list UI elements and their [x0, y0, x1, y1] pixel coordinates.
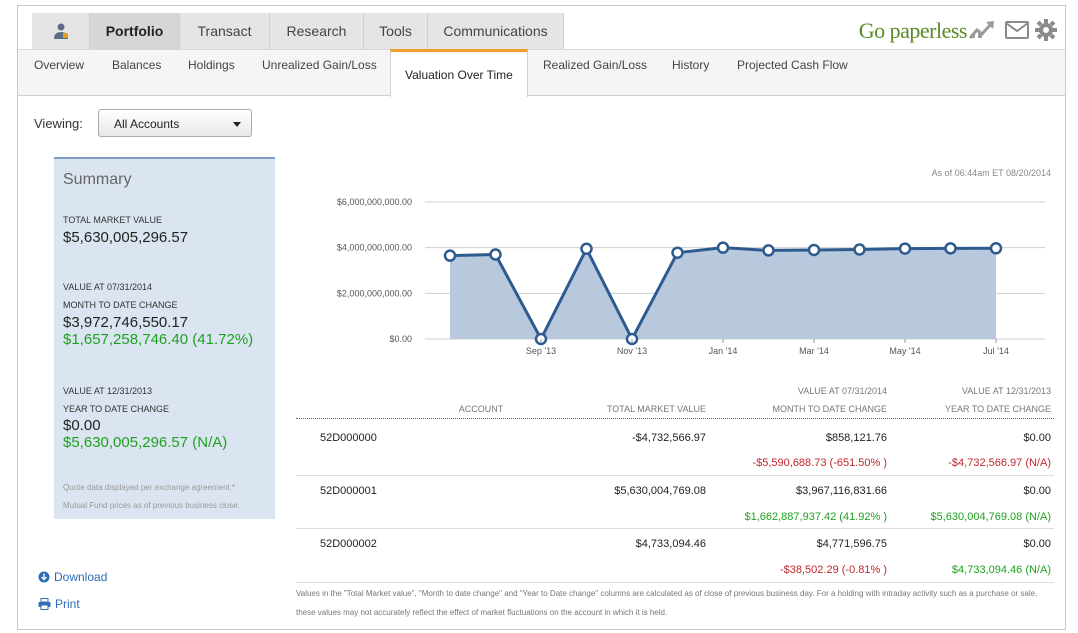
account-cell: 52D000002: [320, 538, 377, 550]
ytd-change: $5,630,005,296.57 (N/A): [63, 434, 228, 451]
ytd-change-cell: $5,630,004,769.08 (N/A): [930, 511, 1051, 523]
summary-title: Summary: [63, 171, 132, 188]
y-tick-label: $2,000,000,000.00: [337, 288, 412, 298]
mtd-value-at-label: VALUE AT 07/31/2014: [63, 282, 153, 292]
mtd-value-cell: $858,121.76: [825, 432, 887, 444]
as-of-timestamp: As of 06:44am ET 08/20/2014: [931, 168, 1051, 178]
subtab-holdings[interactable]: Holdings: [188, 42, 235, 88]
mutual-fund-note: Mutual Fund prices as of previous busine…: [63, 501, 240, 510]
mtd-value: $3,972,746,550.17: [63, 314, 189, 331]
person-icon: [53, 23, 68, 39]
mtd-value-cell: $4,771,596.75: [816, 538, 887, 550]
print-link[interactable]: Print: [38, 597, 80, 611]
x-tick-label: May '14: [889, 346, 920, 356]
ytd-value-at-label: VALUE AT 12/31/2013: [63, 386, 153, 396]
data-point: [944, 242, 957, 255]
ytd-value-cell: $0.00: [1023, 538, 1051, 550]
app-frame: Portfolio Transact Research Tools Commun…: [17, 5, 1066, 630]
subtab-overview[interactable]: Overview: [34, 42, 84, 88]
table-row[interactable]: 52D000001 $5,630,004,769.08 $3,967,116,8…: [296, 476, 1054, 529]
data-point: [898, 242, 912, 255]
header-account: ACCOUNT: [458, 404, 504, 414]
tmv-cell: $4,733,094.46: [635, 538, 706, 550]
tmv-cell: $5,630,004,769.08: [614, 485, 706, 497]
header-mtd-value-at: VALUE AT 07/31/2014: [797, 386, 887, 396]
ytd-change-cell: -$4,732,566.97 (N/A): [948, 457, 1051, 469]
y-tick-label: $0.00: [389, 334, 412, 344]
total-market-value: $5,630,005,296.57: [63, 229, 189, 246]
ytd-change-label: YEAR TO DATE CHANGE: [63, 404, 170, 414]
trending-chart-icon[interactable]: [969, 19, 997, 39]
data-point: [671, 246, 684, 259]
go-paperless-link[interactable]: Go paperless: [859, 18, 968, 44]
download-icon: [38, 571, 50, 583]
total-market-value-label: TOTAL MARKET VALUE: [63, 215, 163, 225]
mtd-change-cell: -$38,502.29 (-0.81% ): [779, 564, 887, 576]
top-nav: Portfolio Transact Research Tools Commun…: [18, 6, 1065, 49]
subtab-valuation-over-time[interactable]: Valuation Over Time: [390, 49, 528, 97]
mtd-change-label: MONTH TO DATE CHANGE: [63, 300, 178, 310]
account-select-value: All Accounts: [114, 117, 180, 131]
header-ytd-value-at: VALUE AT 12/31/2013: [961, 386, 1051, 396]
x-tick-label: Nov '13: [617, 346, 647, 356]
ytd-change-cell: $4,733,094.46 (N/A): [951, 564, 1051, 576]
data-point: [443, 249, 457, 262]
quote-note: Quote data displayed per exchange agreem…: [63, 483, 236, 492]
data-point: [716, 241, 730, 254]
subtab-realized-gain-loss[interactable]: Realized Gain/Loss: [543, 42, 647, 88]
valuation-chart: $6,000,000,000.00 $4,000,000,000.00 $2,000…: [337, 197, 1045, 356]
mtd-value-cell: $3,967,116,831.66: [796, 485, 887, 497]
row-divider: [296, 582, 1054, 583]
viewing-label: Viewing:: [34, 116, 83, 131]
header-ytd-change: YEAR TO DATE CHANGE: [944, 404, 1051, 414]
download-label: Download: [54, 570, 108, 584]
account-cell: 52D000001: [320, 485, 377, 497]
print-label: Print: [55, 597, 80, 611]
account-cell: 52D000000: [320, 432, 377, 444]
x-tick-label: Sep '13: [526, 346, 556, 356]
data-point: [489, 248, 502, 261]
header-divider: [296, 418, 1054, 419]
mail-icon[interactable]: [1005, 21, 1029, 39]
header-mtd-change: MONTH TO DATE CHANGE: [772, 404, 887, 414]
sub-nav: Overview Balances Holdings Unrealized Ga…: [18, 49, 1065, 97]
data-point: [762, 244, 775, 257]
chevron-down-icon: [233, 122, 241, 127]
x-tick-label: Jan '14: [709, 346, 738, 356]
table-row[interactable]: 52D000002 $4,733,094.46 $4,771,596.75 $0…: [296, 529, 1054, 583]
gear-icon[interactable]: [1035, 19, 1057, 41]
ytd-value-cell: $0.00: [1023, 432, 1051, 444]
x-tick-label: Mar '14: [799, 346, 829, 356]
y-tick-label: $4,000,000,000.00: [337, 243, 412, 253]
x-tick-label: Jul '14: [983, 346, 1009, 356]
table-row[interactable]: 52D000000 -$4,732,566.97 $858,121.76 $0.…: [296, 422, 1054, 476]
data-point: [989, 242, 1003, 255]
data-point: [580, 242, 593, 256]
subtab-history[interactable]: History: [672, 42, 709, 88]
subtab-projected-cash-flow[interactable]: Projected Cash Flow: [737, 42, 848, 88]
ytd-value: $0.00: [63, 417, 101, 434]
data-point: [853, 243, 866, 256]
subtab-unrealized-gain-loss[interactable]: Unrealized Gain/Loss: [262, 42, 377, 88]
account-select[interactable]: All Accounts: [98, 109, 252, 137]
printer-icon: [38, 598, 51, 610]
mtd-change-cell: $1,662,887,937.42 (41.92% ): [744, 511, 887, 523]
table-footnote: Values in the "Total Market value", "Mon…: [296, 589, 1038, 617]
mtd-change-cell: -$5,590,688.73 (-651.50% ): [752, 457, 887, 469]
data-point: [807, 243, 821, 257]
subtab-balances[interactable]: Balances: [112, 42, 161, 88]
header-total-market-value: TOTAL MARKET VALUE: [606, 404, 706, 414]
ytd-value-cell: $0.00: [1023, 485, 1051, 497]
tmv-cell: -$4,732,566.97: [631, 432, 706, 444]
download-link[interactable]: Download: [38, 570, 107, 584]
summary-panel: Summary TOTAL MARKET VALUE $5,630,005,29…: [54, 157, 275, 519]
y-tick-label: $6,000,000,000.00: [337, 197, 412, 207]
mtd-change: $1,657,258,746.40 (41.72%): [63, 331, 254, 348]
